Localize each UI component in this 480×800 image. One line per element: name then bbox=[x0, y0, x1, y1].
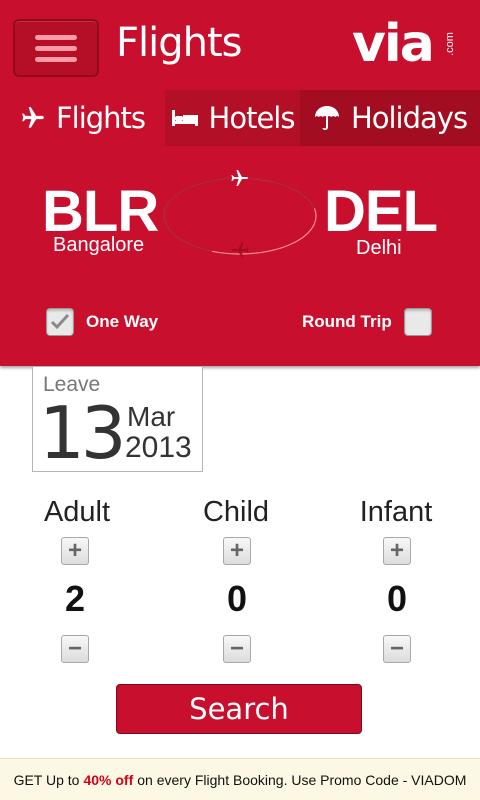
route-panel: BLR Bangalore DEL Delhi One Way Round Tr… bbox=[0, 146, 480, 366]
tab-hotels-label: Hotels bbox=[208, 101, 296, 135]
adult-label: Adult bbox=[43, 496, 111, 528]
app-root: Flights via .com Flights Hotels Holidays… bbox=[0, 0, 480, 800]
one-way-checkbox[interactable] bbox=[46, 308, 74, 336]
bed-icon bbox=[171, 110, 198, 126]
tab-holidays-label: Holidays bbox=[350, 101, 468, 135]
infant-increment-button[interactable]: + bbox=[383, 537, 411, 565]
plus-icon: + bbox=[229, 537, 244, 564]
round-trip-checkbox[interactable] bbox=[403, 308, 432, 336]
one-way-option[interactable]: One Way bbox=[46, 308, 158, 336]
tab-hotels[interactable]: Hotels bbox=[165, 90, 300, 146]
tab-flights[interactable]: Flights bbox=[0, 90, 165, 146]
hamburger-icon-line bbox=[35, 56, 77, 62]
child-decrement-button[interactable]: − bbox=[223, 635, 251, 663]
date-month: Mar bbox=[127, 401, 176, 432]
departure-date-picker[interactable]: Leave 13 Mar 2013 bbox=[32, 366, 203, 475]
plus-icon: + bbox=[389, 537, 404, 564]
via-logo: via .com bbox=[352, 18, 462, 74]
tab-flights-label: Flights bbox=[55, 101, 146, 135]
tab-holidays[interactable]: Holidays bbox=[300, 90, 480, 146]
origin-city: Bangalore bbox=[53, 234, 145, 256]
round-trip-option[interactable]: Round Trip bbox=[302, 308, 432, 336]
logo-text: via bbox=[352, 14, 435, 74]
airplane-shadow-icon bbox=[232, 242, 249, 258]
child-increment-button[interactable]: + bbox=[223, 537, 251, 565]
infant-label: Infant bbox=[359, 496, 433, 528]
adult-increment-button[interactable]: + bbox=[61, 537, 89, 565]
category-tabs: Flights Hotels Holidays bbox=[0, 90, 480, 146]
minus-icon: − bbox=[389, 635, 404, 662]
infant-decrement-button[interactable]: − bbox=[383, 635, 411, 663]
destination-code[interactable]: DEL bbox=[324, 178, 438, 245]
page-title: Flights bbox=[116, 20, 242, 66]
date-year: 2013 bbox=[125, 431, 192, 464]
logo-suffix: .com bbox=[444, 32, 457, 56]
promo-banner[interactable]: GET Up to 40% off on every Flight Bookin… bbox=[0, 758, 480, 800]
date-day: 13 bbox=[39, 391, 127, 475]
active-tab-pointer bbox=[124, 146, 142, 155]
route-arc bbox=[163, 170, 317, 258]
menu-button[interactable] bbox=[13, 19, 99, 77]
minus-icon: − bbox=[67, 635, 82, 662]
destination-city: Delhi bbox=[356, 237, 402, 259]
infant-count: 0 bbox=[386, 578, 408, 619]
search-button[interactable]: Search bbox=[116, 684, 362, 734]
promo-suffix: on every Flight Booking. Use Promo Code … bbox=[137, 771, 467, 788]
airplane-icon bbox=[22, 107, 44, 128]
adult-decrement-button[interactable]: − bbox=[61, 635, 89, 663]
hamburger-icon-line bbox=[35, 45, 77, 51]
minus-icon: − bbox=[229, 635, 244, 662]
promo-highlight: 40% off bbox=[83, 771, 134, 788]
checkmark-icon bbox=[50, 313, 70, 330]
round-trip-label: Round Trip bbox=[302, 312, 392, 331]
umbrella-icon bbox=[314, 106, 339, 130]
hamburger-icon bbox=[35, 34, 77, 40]
one-way-label: One Way bbox=[86, 312, 159, 331]
app-header: Flights via .com bbox=[0, 0, 480, 90]
promo-prefix: GET Up to bbox=[13, 771, 80, 788]
adult-count: 2 bbox=[64, 578, 86, 619]
child-count: 0 bbox=[226, 578, 248, 619]
child-label: Child bbox=[202, 496, 270, 528]
airplane-icon bbox=[231, 170, 248, 186]
plus-icon: + bbox=[67, 537, 82, 564]
